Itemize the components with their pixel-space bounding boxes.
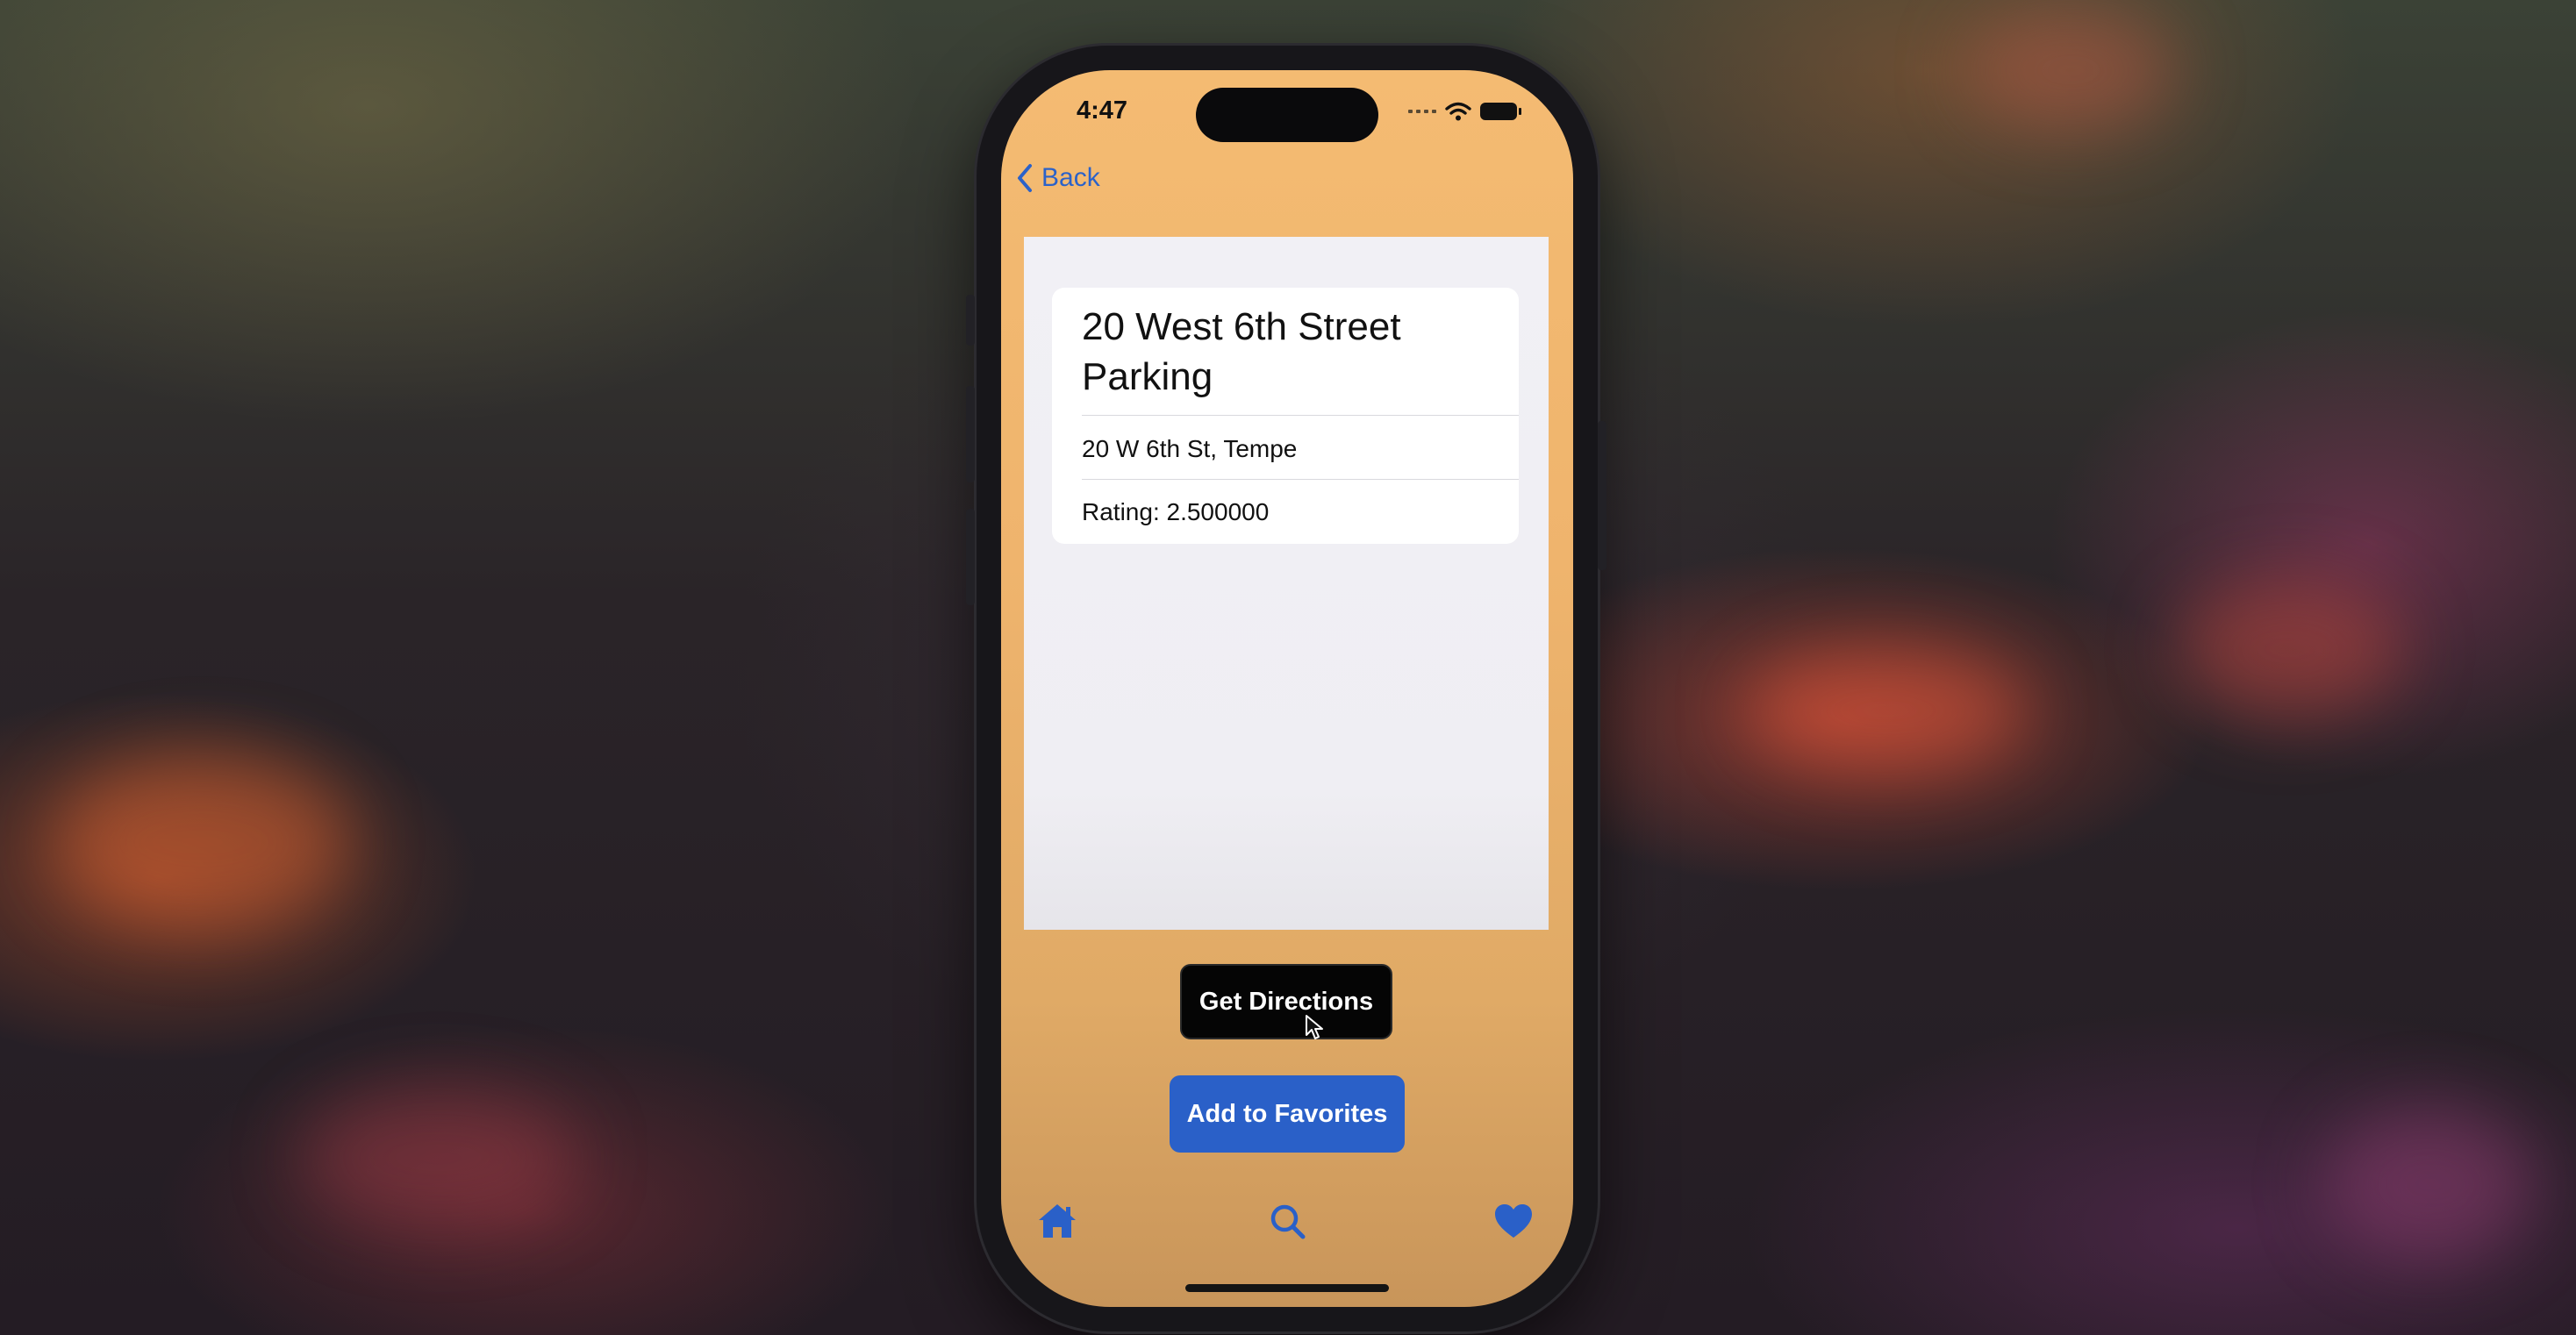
wifi-icon	[1445, 102, 1471, 121]
volume-down-button	[966, 509, 975, 605]
parking-detail-card: 20 West 6th Street Parking 20 W 6th St, …	[1052, 288, 1519, 544]
detail-panel: 20 West 6th Street Parking 20 W 6th St, …	[1024, 237, 1549, 930]
status-time: 4:47	[1077, 96, 1128, 125]
phone-screen: 4:47 Back 20 West 6th Street Parking 20 …	[1001, 70, 1573, 1307]
home-indicator[interactable]	[1185, 1284, 1389, 1292]
status-icons	[1408, 102, 1521, 121]
battery-icon	[1480, 103, 1521, 120]
back-label: Back	[1041, 163, 1100, 192]
home-icon	[1039, 1204, 1076, 1238]
heart-icon	[1495, 1204, 1532, 1238]
divider	[1082, 479, 1519, 480]
tab-favorites[interactable]	[1492, 1202, 1535, 1240]
dynamic-island	[1196, 88, 1378, 142]
volume-up-button	[966, 386, 975, 482]
cellular-signal-icon	[1408, 110, 1436, 113]
tab-search[interactable]	[1266, 1202, 1308, 1240]
divider	[1082, 415, 1519, 416]
chevron-left-icon	[1018, 164, 1032, 192]
action-button	[966, 295, 975, 346]
mouse-pointer-icon	[1306, 1015, 1323, 1039]
back-button[interactable]: Back	[1015, 163, 1100, 193]
parking-rating: Rating: 2.500000	[1082, 498, 1270, 525]
power-button	[1598, 421, 1606, 570]
add-to-favorites-button[interactable]: Add to Favorites	[1170, 1075, 1405, 1153]
get-directions-button[interactable]: Get Directions	[1180, 964, 1392, 1039]
tab-home[interactable]	[1036, 1202, 1078, 1240]
parking-address: 20 W 6th St, Tempe	[1082, 435, 1298, 462]
parking-title: 20 West 6th Street Parking	[1082, 305, 1401, 398]
search-icon	[1270, 1204, 1306, 1239]
